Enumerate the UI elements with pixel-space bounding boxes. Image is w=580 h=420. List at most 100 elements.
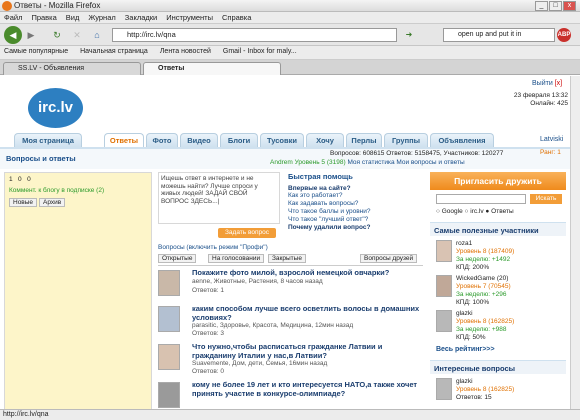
site-search-button[interactable]: Искать	[530, 194, 562, 204]
top-user[interactable]: WickedGame (20) Уровень 7 (70545) За нед…	[436, 275, 566, 311]
forward-icon[interactable]: ▶	[24, 28, 38, 42]
question-avatar	[158, 306, 180, 332]
tab-new[interactable]: Новые	[9, 198, 38, 207]
minimize-button[interactable]: _	[535, 1, 548, 11]
user-level[interactable]: Andrem Уровень 5 (3198)	[270, 159, 346, 166]
bookmark-home[interactable]: Начальная страница	[80, 48, 148, 55]
question-item[interactable]: каким способом лучше всего осветлить вол…	[158, 304, 423, 342]
help-link-4[interactable]: Почему удалили вопрос?	[288, 224, 422, 232]
question-title[interactable]: Что нужно,чтобы расписаться гражданке Ла…	[192, 342, 422, 360]
user-kpd: КПД: 100%	[456, 299, 490, 306]
reload-icon[interactable]: ↻	[50, 28, 64, 42]
tab-sslv[interactable]: SS.LV - Объявления	[3, 62, 141, 75]
my-qa-link[interactable]: Мои вопросы и ответы	[396, 159, 464, 166]
menu-file[interactable]: Файл	[4, 13, 22, 22]
blog-comments[interactable]: Коммент. к блогу в подписке (2)	[9, 187, 104, 194]
user-avatar	[436, 310, 452, 332]
top-user[interactable]: roza1 Уровень 8 (187409) За неделю: +149…	[436, 240, 566, 276]
ask-button[interactable]: Задать вопрос	[218, 228, 276, 238]
filter-closed[interactable]: Закрытые	[268, 254, 306, 263]
exit-close[interactable]: [x]	[555, 80, 562, 87]
search-text: open up and put it in	[458, 31, 522, 38]
user-avatar	[436, 240, 452, 262]
back-icon[interactable]: ◀	[4, 26, 22, 44]
close-button[interactable]: x	[563, 1, 576, 11]
radio-answers[interactable]: Ответы	[491, 208, 513, 215]
user-level: Уровень 8 (162825)	[456, 386, 515, 393]
go-icon[interactable]: ➜	[402, 28, 416, 42]
question-answers: Ответов: 0	[192, 368, 225, 375]
page-scrollbar[interactable]	[570, 76, 580, 409]
tab-video[interactable]: Видео	[180, 133, 218, 147]
menu-help[interactable]: Справка	[222, 13, 251, 22]
help-link-1[interactable]: Как задавать вопросы?	[288, 200, 422, 208]
user-level: Уровень 7 (70545)	[456, 283, 511, 290]
ask-textarea[interactable]: Ищешь ответ в интернете и не можешь найт…	[158, 172, 280, 224]
exit-link[interactable]: Выйти	[532, 80, 553, 87]
tab-my-page[interactable]: Моя страница	[14, 133, 82, 147]
tab-archive[interactable]: Архив	[39, 198, 66, 207]
radio-irc[interactable]: irc.lv	[470, 208, 483, 215]
url-input[interactable]: http://irc.lv/qna	[112, 28, 397, 42]
menu-view[interactable]: Вид	[66, 13, 80, 22]
all-rating-link[interactable]: Весь рейтинг>>>	[436, 346, 495, 353]
tab-want[interactable]: Хочу	[306, 133, 344, 147]
search-input[interactable]: open up and put it in	[443, 28, 555, 42]
tab-ads[interactable]: Объявления	[430, 133, 494, 147]
window-titlebar: Ответы - Mozilla Firefox _ □ x	[0, 0, 580, 12]
pro-mode-toggle[interactable]: Вопросы (включить режим "Профи")	[158, 244, 268, 251]
filter-tabs: Открытые На голосовании Закрытые Вопросы…	[158, 254, 423, 266]
question-item[interactable]: Покажите фото милой, взрослой немецкой о…	[158, 268, 423, 306]
question-item[interactable]: кому не более 19 лет и кто интересуется …	[158, 380, 423, 409]
filter-open[interactable]: Открытые	[158, 254, 197, 263]
help-link-2[interactable]: Что такое баллы и уровни?	[288, 208, 422, 216]
my-stats-link[interactable]: Моя статистика	[347, 159, 394, 166]
bookmark-gmail[interactable]: Gmail - Inbox for maly...	[223, 48, 297, 55]
question-meta: aenne, Животные, Растения, 8 часов назад	[192, 278, 323, 285]
tab-parties[interactable]: Тусовки	[260, 133, 304, 147]
search-scope: ○ Google ○ irc.lv ● Ответы	[436, 208, 514, 215]
bookmarks-toolbar: Самые популярные Начальная страница Лента …	[0, 46, 580, 60]
help-link-3[interactable]: Что такое "лучший ответ"?	[288, 216, 422, 224]
question-title[interactable]: Покажите фото милой, взрослой немецкой о…	[192, 268, 422, 277]
tab-photo[interactable]: Фото	[146, 133, 178, 147]
home-icon[interactable]: ⌂	[90, 28, 104, 42]
filter-friends[interactable]: Вопросы друзей	[360, 254, 418, 263]
filter-voting[interactable]: На голосовании	[208, 254, 265, 263]
user-week: За неделю: +296	[456, 291, 507, 298]
site-search-input[interactable]	[436, 194, 526, 204]
stop-icon[interactable]: ✕	[70, 28, 84, 42]
bookmark-popular[interactable]: Самые популярные	[4, 48, 68, 55]
lang-switch[interactable]: Latviski	[540, 136, 563, 143]
tab-groups[interactable]: Группы	[384, 133, 428, 147]
menu-edit[interactable]: Правка	[31, 13, 56, 22]
maximize-button[interactable]: □	[549, 1, 562, 11]
user-name[interactable]: WickedGame (20)	[456, 275, 508, 283]
tab-blogs[interactable]: Блоги	[220, 133, 258, 147]
tab-answers-site[interactable]: Ответы	[104, 133, 144, 147]
tab-answers[interactable]: Ответы	[143, 62, 281, 75]
menu-tools[interactable]: Инструменты	[166, 13, 213, 22]
menu-history[interactable]: Журнал	[88, 13, 115, 22]
user-name[interactable]: glazki	[456, 310, 473, 318]
help-link-0[interactable]: Как это работает?	[288, 192, 422, 200]
adblock-icon[interactable]: ABP	[557, 28, 571, 42]
user-kpd: КПД: 50%	[456, 334, 486, 341]
counter-2: 0	[18, 176, 22, 183]
menu-bookmarks[interactable]: Закладки	[125, 13, 157, 22]
bookmark-news[interactable]: Лента новостей	[160, 48, 211, 55]
help-first-time: Впервые на сайте?	[288, 185, 351, 192]
site-logo[interactable]: irc.lv	[28, 88, 83, 128]
question-title[interactable]: кому не более 19 лет и кто интересуется …	[192, 380, 422, 398]
user-week: За неделю: +1492	[456, 256, 511, 263]
tab-pearls[interactable]: Перлы	[346, 133, 382, 147]
invite-button[interactable]: Пригласить дружить	[430, 172, 566, 190]
question-title[interactable]: каким способом лучше всего осветлить вол…	[192, 304, 422, 322]
radio-google[interactable]: Google	[442, 208, 463, 215]
interesting-item[interactable]: glazki Уровень 8 (162825) Ответов: 15	[436, 378, 566, 409]
user-name[interactable]: glazki	[456, 378, 473, 386]
question-item[interactable]: Что нужно,чтобы расписаться гражданке Ла…	[158, 342, 423, 380]
user-name[interactable]: roza1	[456, 240, 472, 248]
tab-answers-label: Ответы	[158, 65, 185, 72]
top-user[interactable]: glazki Уровень 8 (162825) За неделю: +98…	[436, 310, 566, 346]
